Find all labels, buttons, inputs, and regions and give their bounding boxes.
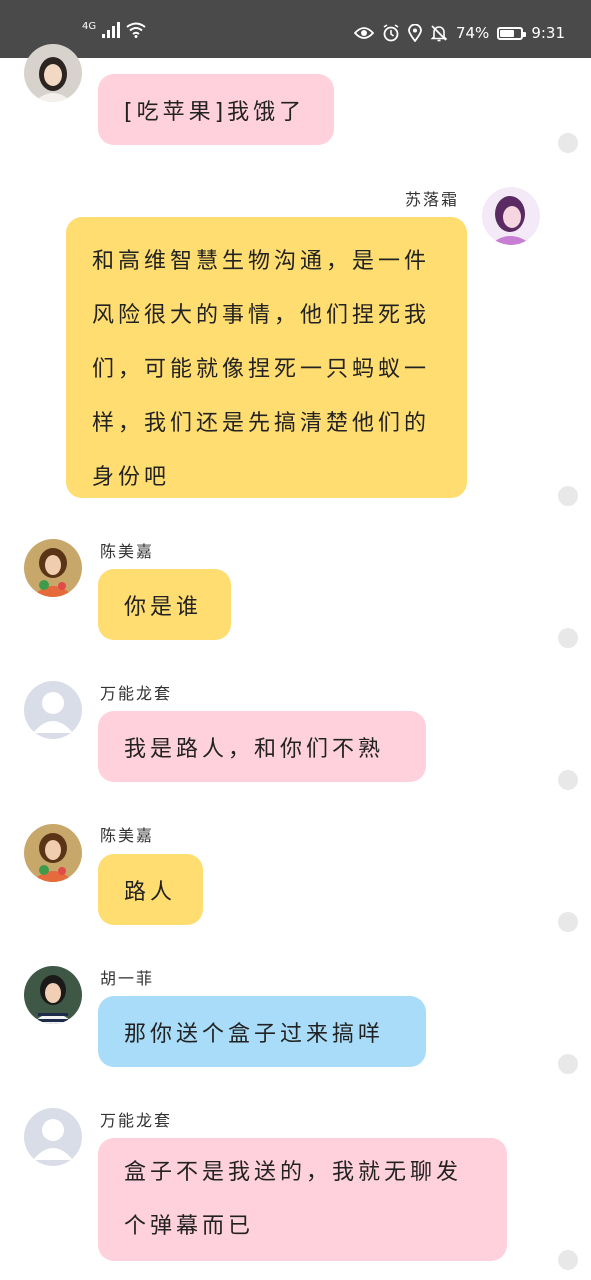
message-status-dot[interactable] — [558, 1054, 578, 1074]
status-bar: 4G 74% 9:31 — [0, 0, 591, 58]
avatar[interactable] — [24, 824, 82, 882]
clock-time: 9:31 — [531, 24, 565, 42]
message-bubble[interactable]: [吃苹果]我饿了 — [98, 74, 334, 145]
signal-icon — [102, 22, 121, 38]
message-status-dot[interactable] — [558, 1250, 578, 1270]
bell-off-icon — [430, 24, 448, 42]
sender-name: 胡一菲 — [100, 969, 155, 988]
sender-name: 万能龙套 — [100, 1111, 173, 1130]
message-status-dot[interactable] — [558, 133, 578, 153]
sender-name: 陈美嘉 — [100, 826, 155, 845]
message-status-dot[interactable] — [558, 770, 578, 790]
message-bubble[interactable]: 那你送个盒子过来搞咩 — [98, 996, 426, 1067]
message-bubble[interactable]: 你是谁 — [98, 569, 231, 640]
sender-name: 苏落霜 — [405, 190, 460, 209]
message-bubble[interactable]: 路人 — [98, 854, 203, 925]
avatar[interactable] — [24, 539, 82, 597]
message-bubble[interactable]: 盒子不是我送的，我就无聊发个弹幕而已 — [98, 1138, 507, 1261]
message-bubble[interactable]: 和高维智慧生物沟通，是一件风险很大的事情，他们捏死我们，可能就像捏死一只蚂蚁一样… — [66, 217, 467, 498]
message-bubble[interactable]: 我是路人，和你们不熟 — [98, 711, 426, 782]
avatar[interactable] — [482, 187, 540, 245]
avatar[interactable] — [24, 681, 82, 739]
avatar[interactable] — [24, 966, 82, 1024]
message-status-dot[interactable] — [558, 486, 578, 506]
alarm-icon — [382, 24, 400, 42]
avatar[interactable] — [24, 1108, 82, 1166]
message-status-dot[interactable] — [558, 912, 578, 932]
eye-icon — [353, 26, 374, 40]
sender-name: 万能龙套 — [100, 684, 173, 703]
battery-icon — [497, 26, 527, 40]
location-icon — [408, 24, 422, 42]
sender-name: 陈美嘉 — [100, 542, 155, 561]
battery-percent: 74% — [455, 24, 490, 42]
status-bar-left: 4G — [82, 22, 146, 38]
avatar[interactable] — [24, 44, 82, 102]
message-status-dot[interactable] — [558, 628, 578, 648]
wifi-icon — [126, 22, 146, 38]
network-type: 4G — [82, 21, 97, 32]
status-bar-right: 74% 9:31 — [353, 24, 565, 42]
